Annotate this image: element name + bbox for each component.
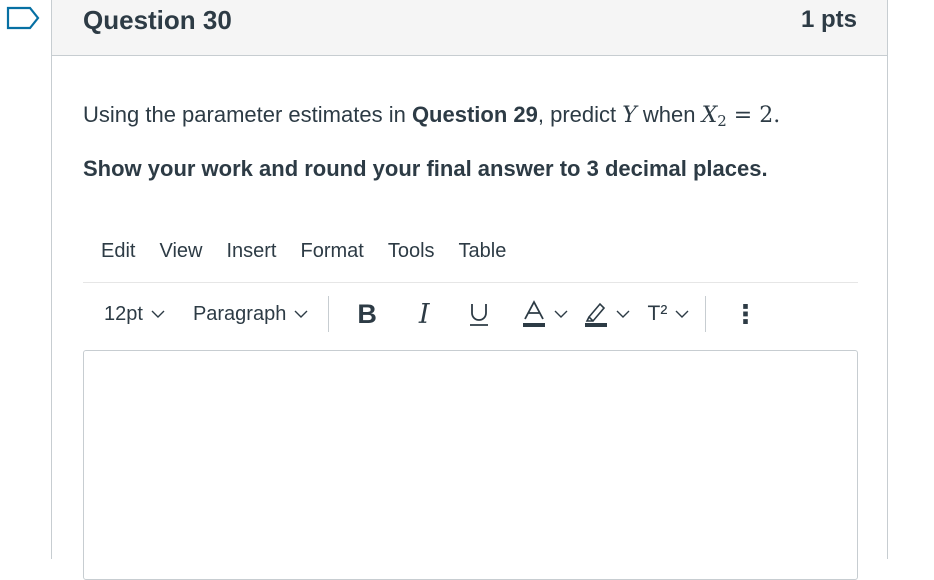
menu-edit[interactable]: Edit xyxy=(101,240,135,263)
question-instruction: Show your work and round your final answ… xyxy=(83,156,768,181)
font-size-dropdown[interactable]: 12pt xyxy=(104,303,165,326)
editor-toolbar: 12pt Paragraph B I T² ⋮ xyxy=(83,294,858,334)
underline-button[interactable] xyxy=(468,301,490,327)
italic-button[interactable]: I xyxy=(419,299,430,330)
block-format-dropdown[interactable]: Paragraph xyxy=(193,303,308,326)
text-color-dropdown[interactable] xyxy=(522,300,568,328)
chevron-down-icon xyxy=(151,310,165,318)
toolbar-separator xyxy=(705,296,707,332)
menubar-divider xyxy=(83,282,858,283)
italic-icon: I xyxy=(418,298,430,330)
font-size-value: 12pt xyxy=(104,302,143,325)
question-prompt: Using the parameter estimates in Questio… xyxy=(83,102,780,130)
text-color-icon xyxy=(522,300,545,327)
question-header: Question 30 1 pts xyxy=(52,0,887,56)
more-vertical-icon: ⋮ xyxy=(732,298,759,329)
math-expression: X2 = 2. xyxy=(701,103,781,130)
rich-text-editor-area[interactable] xyxy=(83,350,858,580)
menu-insert[interactable]: Insert xyxy=(226,240,276,263)
block-format-value: Paragraph xyxy=(192,302,287,325)
bold-button[interactable]: B xyxy=(357,299,377,330)
bold-icon: B xyxy=(357,298,377,329)
chevron-down-icon xyxy=(616,310,630,318)
chevron-down-icon xyxy=(294,310,308,318)
menu-table[interactable]: Table xyxy=(459,240,507,263)
prompt-text: Using the parameter estimates in xyxy=(83,102,412,127)
menu-view[interactable]: View xyxy=(159,240,202,263)
menu-tools[interactable]: Tools xyxy=(388,240,435,263)
prompt-reference: Question 29 xyxy=(411,102,538,127)
editor-menubar: Edit View Insert Format Tools Table xyxy=(101,240,506,263)
more-options-button[interactable]: ⋮ xyxy=(732,299,758,330)
superscript-dropdown[interactable]: T² xyxy=(648,302,690,326)
menu-format[interactable]: Format xyxy=(301,240,364,263)
math-variable-y: Y xyxy=(622,103,637,128)
prompt-text: , predict xyxy=(537,102,623,127)
underline-icon xyxy=(469,304,488,326)
toolbar-separator xyxy=(328,296,330,332)
superscript-icon: T² xyxy=(647,302,668,325)
highlight-color-dropdown[interactable] xyxy=(584,300,630,328)
chevron-down-icon xyxy=(675,310,689,318)
highlighter-icon xyxy=(584,302,607,327)
question-card: Question 30 1 pts Using the parameter es… xyxy=(51,0,888,580)
question-title: Question 30 xyxy=(83,5,232,35)
chevron-down-icon xyxy=(554,310,568,318)
prompt-text: when xyxy=(636,102,702,127)
bookmark-flag-icon[interactable] xyxy=(6,6,40,30)
question-points: 1 pts xyxy=(800,6,857,33)
